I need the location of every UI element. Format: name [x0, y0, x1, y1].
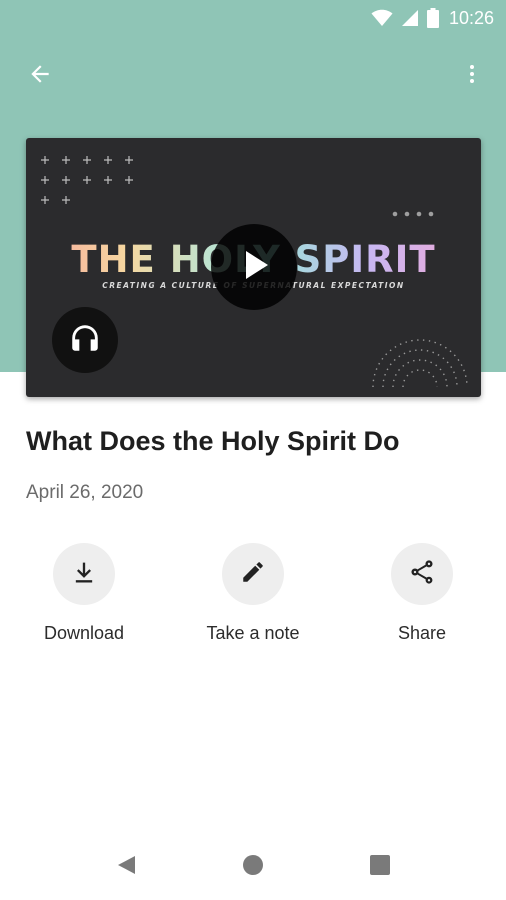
- nav-back-icon: [115, 854, 137, 881]
- more-options-button[interactable]: [452, 56, 492, 96]
- nav-recents-button[interactable]: [367, 854, 393, 880]
- download-icon: [70, 558, 98, 591]
- nav-back-button[interactable]: [113, 854, 139, 880]
- episode-date: April 26, 2020: [26, 482, 144, 503]
- take-note-action[interactable]: Take a note: [178, 543, 328, 644]
- system-navigation-bar: [0, 834, 506, 900]
- share-label: Share: [397, 623, 447, 643]
- arrow-back-icon: [27, 61, 53, 92]
- episode-title: What Does the Holy Spirit Do: [26, 426, 400, 456]
- nav-recents-icon: [369, 854, 391, 881]
- app-bar: [0, 50, 506, 98]
- nav-home-icon: [242, 854, 264, 881]
- pencil-icon: [240, 559, 266, 590]
- dots-decoration: [392, 211, 434, 217]
- plus-pattern-decoration: [41, 156, 133, 204]
- take-note-button[interactable]: [222, 543, 284, 605]
- cellular-signal-icon: [401, 9, 419, 27]
- download-action[interactable]: Download: [9, 543, 159, 644]
- arc-dots-decoration: [372, 339, 468, 388]
- share-button[interactable]: [391, 543, 453, 605]
- wifi-icon: [371, 9, 393, 27]
- media-artwork: THE HOLY SPIRIT CREATING A CULTURE OF SU…: [26, 138, 481, 397]
- take-note-label: Take a note: [206, 623, 300, 643]
- headphones-icon: [68, 321, 102, 360]
- download-label: Download: [43, 623, 125, 643]
- back-button[interactable]: [20, 56, 60, 96]
- nav-home-button[interactable]: [240, 854, 266, 880]
- audio-button[interactable]: [52, 307, 118, 373]
- download-button[interactable]: [53, 543, 115, 605]
- more-vertical-icon: [460, 62, 484, 91]
- share-action[interactable]: Share: [347, 543, 497, 644]
- battery-icon: [426, 8, 439, 28]
- share-icon: [408, 558, 436, 591]
- play-button[interactable]: [211, 224, 297, 310]
- status-bar: 10:26: [0, 0, 506, 36]
- status-time: 10:26: [448, 7, 494, 28]
- play-icon: [234, 245, 274, 290]
